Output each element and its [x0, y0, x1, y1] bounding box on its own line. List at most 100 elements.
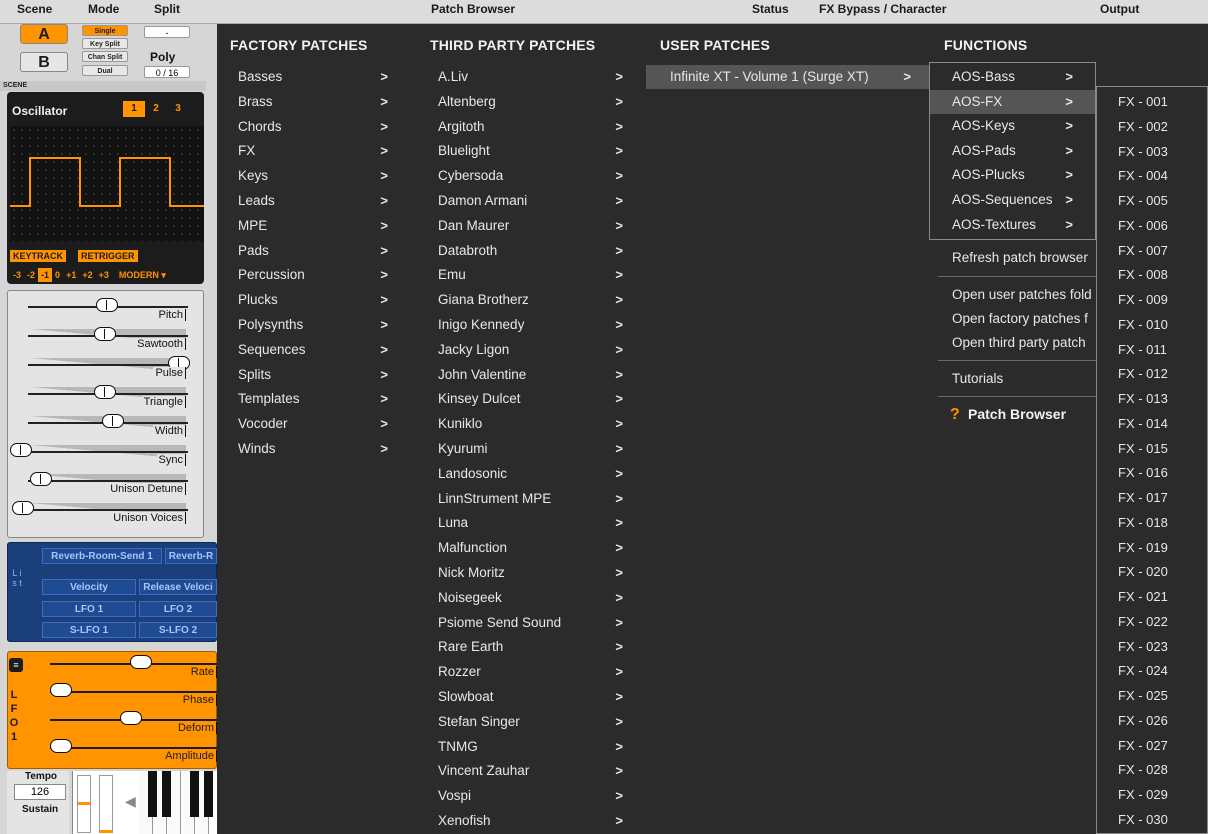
tempo-value[interactable]: 126 — [14, 784, 66, 800]
unison-detune-slider[interactable]: Unison Detune — [8, 469, 188, 495]
fx-patch-item[interactable]: FX - 022 — [1097, 610, 1208, 634]
octave-plus-3[interactable]: +3 — [96, 268, 112, 282]
mod-release-velocity-button[interactable]: Release Veloci — [139, 579, 217, 595]
lfo-deform-slider[interactable]: Deform — [40, 708, 217, 734]
fx-patch-item[interactable]: FX - 006 — [1097, 214, 1208, 238]
fx-patch-item[interactable]: FX - 014 — [1097, 412, 1208, 436]
third-party-item-malfunction[interactable]: Malfunction > — [438, 536, 623, 560]
patch-browser-header[interactable]: Patch Browser — [431, 2, 515, 16]
sawtooth-slider[interactable]: Sawtooth — [8, 324, 188, 350]
fx-patch-item[interactable]: FX - 009 — [1097, 288, 1208, 312]
scene-b-button[interactable]: B — [20, 52, 68, 72]
factory-item-fx[interactable]: FX > — [238, 139, 388, 163]
mode-single-button[interactable]: Single — [82, 25, 128, 36]
poly-value[interactable]: 0 / 16 — [144, 66, 190, 78]
functions-item-aos-fx[interactable]: AOS-FX > — [930, 89, 1095, 114]
lfo-menu-icon[interactable]: ≡ — [9, 658, 23, 672]
factory-item-leads[interactable]: Leads > — [238, 189, 388, 213]
fx-patch-item[interactable]: FX - 003 — [1097, 140, 1208, 164]
functions-item-aos-textures[interactable]: AOS-Textures > — [930, 213, 1095, 237]
factory-item-vocoder[interactable]: Vocoder > — [238, 412, 388, 436]
third-party-item-inigo-kennedy[interactable]: Inigo Kennedy > — [438, 313, 623, 337]
fx-patch-item[interactable]: FX - 028 — [1097, 758, 1208, 782]
fx-patch-item[interactable]: FX - 001 — [1097, 90, 1208, 114]
osc-2-button[interactable]: 2 — [145, 101, 167, 117]
third-party-item-slowboat[interactable]: Slowboat > — [438, 685, 623, 709]
fx-patch-item[interactable]: FX - 010 — [1097, 313, 1208, 337]
third-party-item-rare-earth[interactable]: Rare Earth > — [438, 635, 623, 659]
mode-dual-button[interactable]: Dual — [82, 65, 128, 76]
octave-minus-3[interactable]: -3 — [10, 268, 24, 282]
third-party-item-kuniklo[interactable]: Kuniklo > — [438, 412, 623, 436]
open-factory-patches-folder-item[interactable]: Open factory patches f — [952, 307, 1097, 331]
black-key[interactable] — [204, 771, 213, 817]
octave-0[interactable]: 0 — [52, 268, 63, 282]
lfo-phase-slider[interactable]: Phase — [40, 680, 217, 706]
factory-item-brass[interactable]: Brass > — [238, 90, 388, 114]
keyboard-scroll-left-icon[interactable]: ◀ — [125, 793, 136, 810]
mod-reverb-send-button[interactable]: Reverb-Room-Send 1 — [42, 548, 162, 564]
factory-item-percussion[interactable]: Percussion > — [238, 263, 388, 287]
third-party-item-argitoth[interactable]: Argitoth > — [438, 115, 623, 139]
fx-patch-item[interactable]: FX - 004 — [1097, 164, 1208, 188]
fx-patch-item[interactable]: FX - 024 — [1097, 659, 1208, 683]
fx-patch-item[interactable]: FX - 021 — [1097, 585, 1208, 609]
mod-lfo2-button[interactable]: LFO 2 — [139, 601, 217, 617]
third-party-item-jacky-ligon[interactable]: Jacky Ligon > — [438, 338, 623, 362]
third-party-item-rozzer[interactable]: Rozzer > — [438, 660, 623, 684]
fx-patch-item[interactable]: FX - 023 — [1097, 635, 1208, 659]
lfo-amplitude-slider[interactable]: Amplitude — [40, 736, 217, 762]
mod-lfo1-button[interactable]: LFO 1 — [42, 601, 136, 617]
fx-patch-item[interactable]: FX - 011 — [1097, 338, 1208, 362]
third-party-item-kinsey-dulcet[interactable]: Kinsey Dulcet > — [438, 387, 623, 411]
functions-item-aos-bass[interactable]: AOS-Bass > — [930, 65, 1095, 89]
fx-patch-item[interactable]: FX - 002 — [1097, 115, 1208, 139]
mod-reverb-r-button[interactable]: Reverb-R — [165, 548, 217, 564]
osc-mode-dropdown[interactable]: MODERN ▾ — [116, 268, 169, 282]
fx-patch-item[interactable]: FX - 017 — [1097, 486, 1208, 510]
black-key[interactable] — [148, 771, 157, 817]
fx-patch-item[interactable]: FX - 025 — [1097, 684, 1208, 708]
mod-wheel[interactable] — [99, 775, 113, 833]
factory-item-plucks[interactable]: Plucks > — [238, 288, 388, 312]
third-party-item-vospi[interactable]: Vospi > — [438, 784, 623, 808]
fx-patch-item[interactable]: FX - 012 — [1097, 362, 1208, 386]
octave-plus-2[interactable]: +2 — [79, 268, 95, 282]
fx-patch-item[interactable]: FX - 016 — [1097, 461, 1208, 485]
scene-a-button[interactable]: A — [20, 24, 68, 44]
osc-3-button[interactable]: 3 — [167, 101, 189, 117]
factory-item-sequences[interactable]: Sequences > — [238, 338, 388, 362]
fx-patch-item[interactable]: FX - 019 — [1097, 536, 1208, 560]
help-question-icon[interactable]: ? — [950, 406, 960, 424]
patch-browser-help-item[interactable]: Patch Browser — [968, 406, 1066, 422]
fx-patch-item[interactable]: FX - 008 — [1097, 263, 1208, 287]
fx-patch-item[interactable]: FX - 020 — [1097, 560, 1208, 584]
fx-patch-item[interactable]: FX - 013 — [1097, 387, 1208, 411]
third-party-item-stefan-singer[interactable]: Stefan Singer > — [438, 710, 623, 734]
split-value[interactable]: - — [144, 26, 190, 38]
factory-item-mpe[interactable]: MPE > — [238, 214, 388, 238]
refresh-patch-browser-item[interactable]: Refresh patch browser — [952, 246, 1097, 270]
pulse-slider[interactable]: Pulse — [8, 353, 190, 379]
third-party-item-nick-moritz[interactable]: Nick Moritz > — [438, 561, 623, 585]
black-key[interactable] — [162, 771, 171, 817]
third-party-item-vincent-zauhar[interactable]: Vincent Zauhar > — [438, 759, 623, 783]
third-party-item-emu[interactable]: Emu > — [438, 263, 623, 287]
functions-item-aos-sequences[interactable]: AOS-Sequences > — [930, 188, 1095, 212]
pitch-wheel[interactable] — [77, 775, 91, 833]
mod-velocity-button[interactable]: Velocity — [42, 579, 136, 595]
factory-item-pads[interactable]: Pads > — [238, 239, 388, 263]
third-party-item-cybersoda[interactable]: Cybersoda > — [438, 164, 623, 188]
third-party-item-bluelight[interactable]: Bluelight > — [438, 139, 623, 163]
third-party-item-kyurumi[interactable]: Kyurumi > — [438, 437, 623, 461]
pitch-slider[interactable]: Pitch — [8, 295, 188, 321]
open-third-party-patches-folder-item[interactable]: Open third party patch — [952, 331, 1097, 355]
third-party-item-a-liv[interactable]: A.Liv > — [438, 65, 623, 89]
fx-patch-item[interactable]: FX - 029 — [1097, 783, 1208, 807]
mode-key-split-button[interactable]: Key Split — [82, 38, 128, 49]
mode-chan-split-button[interactable]: Chan Split — [82, 51, 128, 62]
fx-patch-item[interactable]: FX - 026 — [1097, 709, 1208, 733]
user-patch-infinite-xt[interactable]: Infinite XT - Volume 1 (Surge XT) > — [646, 65, 929, 89]
factory-item-winds[interactable]: Winds > — [238, 437, 388, 461]
octave-minus-2[interactable]: -2 — [24, 268, 38, 282]
